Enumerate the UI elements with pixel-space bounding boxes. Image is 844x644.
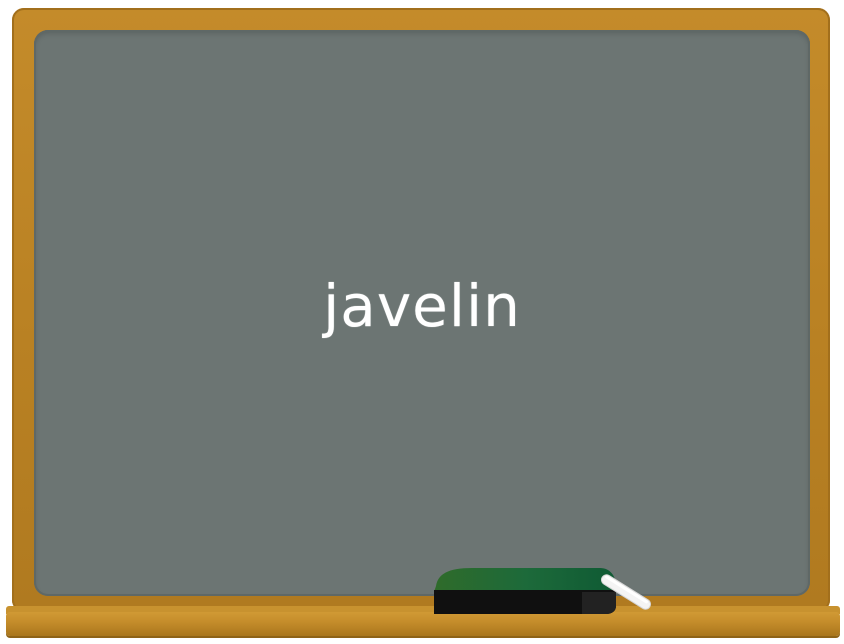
chalk-stick-icon xyxy=(600,574,652,610)
chalkboard-scene: javelin xyxy=(0,0,844,644)
chalk-ledge xyxy=(6,612,840,636)
chalkboard-eraser-icon xyxy=(434,568,616,614)
chalkboard-word: javelin xyxy=(323,272,521,340)
